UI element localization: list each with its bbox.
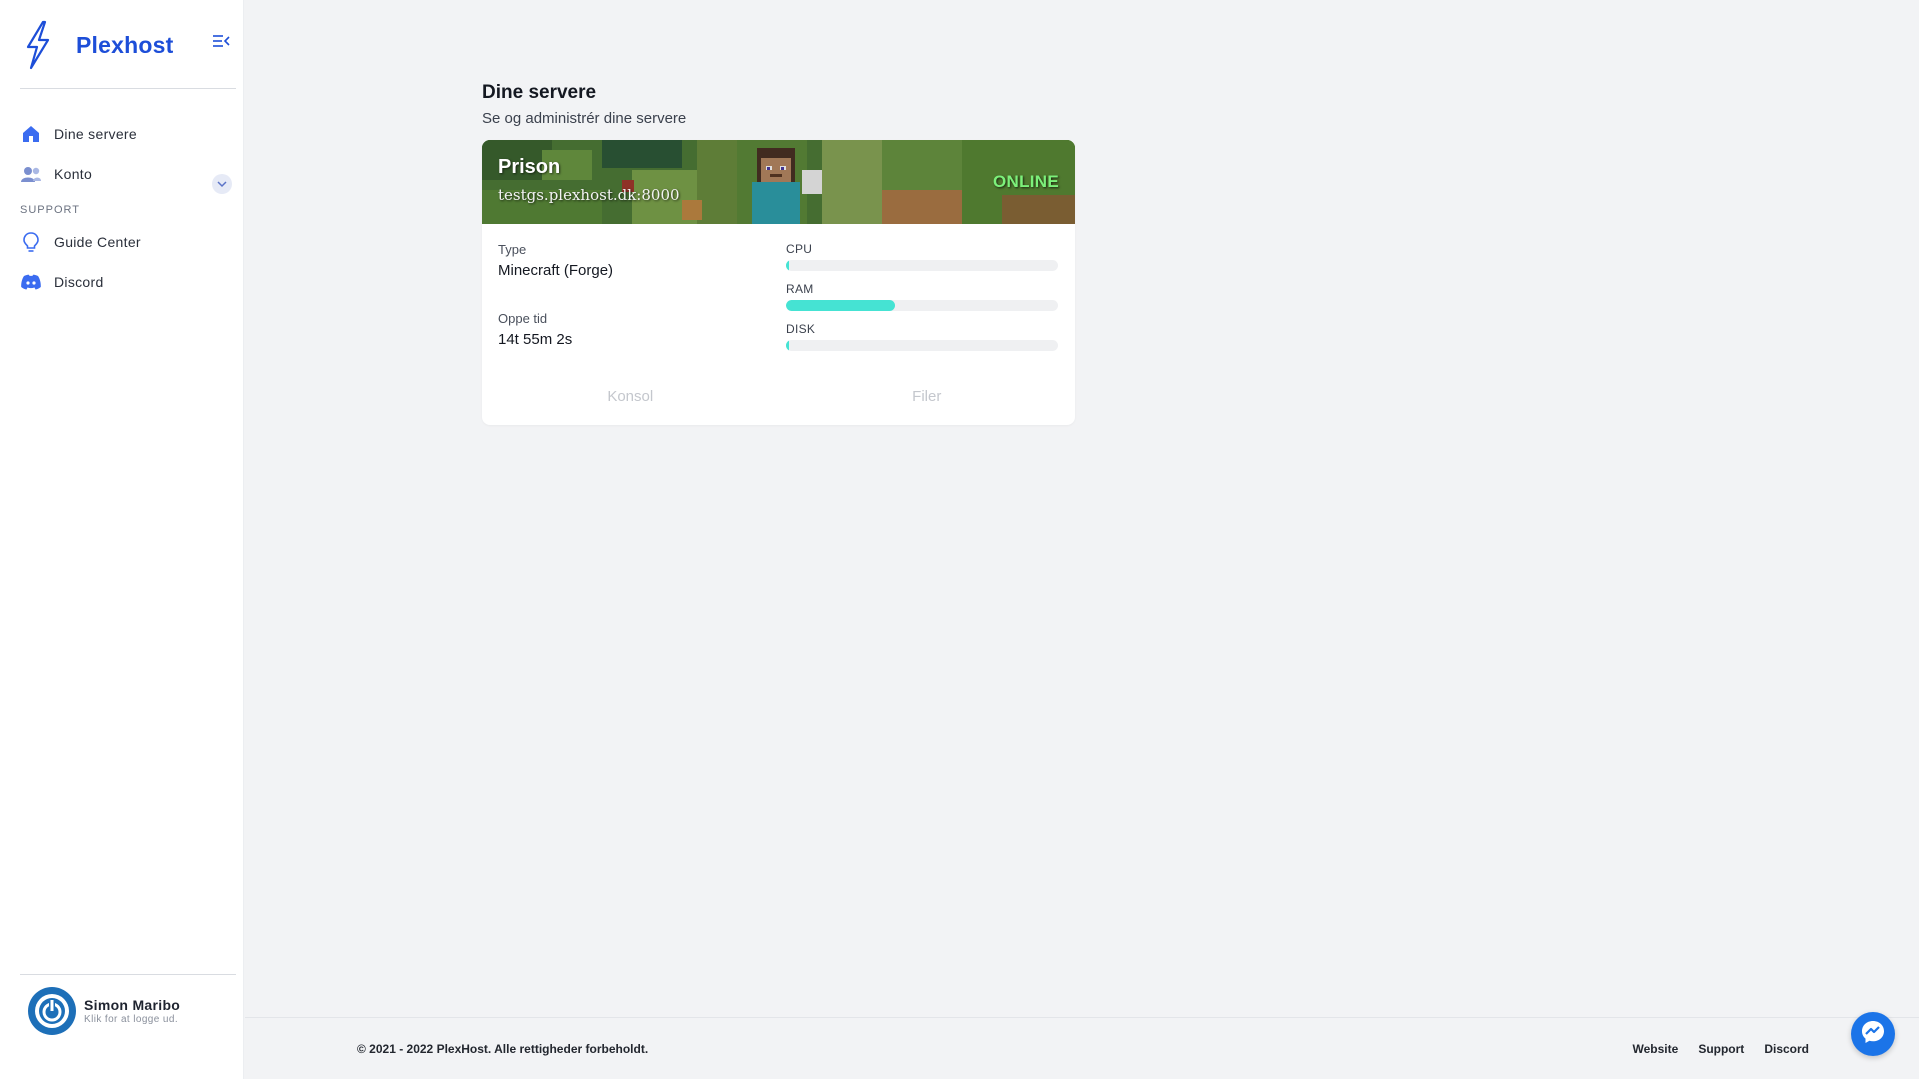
stat-label: DISK [786, 322, 816, 336]
messenger-chat-button[interactable] [1851, 1012, 1895, 1056]
footer-links: Website Support Discord [1633, 1042, 1809, 1056]
home-icon [20, 123, 42, 145]
sidebar-nav: Dine servere Konto SUPPORT Guide Center … [20, 114, 236, 302]
status-badge: ONLINE [992, 172, 1059, 191]
sidebar-item-label: Dine servere [54, 126, 137, 142]
sidebar-item-guide-center[interactable]: Guide Center [20, 222, 236, 262]
type-value: Minecraft (Forge) [498, 262, 614, 279]
brand[interactable]: Plexhost [20, 18, 236, 72]
bar-fill [786, 340, 790, 351]
logout-hint: Klik for at logge ud. [84, 1014, 179, 1025]
lightning-bolt-icon [20, 18, 56, 72]
stat-cpu: CPU [786, 242, 1058, 282]
server-info: Type Minecraft (Forge) Oppe tid 14t 55m … [498, 242, 768, 348]
page-title: Dine servere [482, 82, 597, 103]
users-icon [20, 163, 42, 185]
bar-fill [786, 300, 895, 311]
chevron-down-icon[interactable] [212, 174, 232, 194]
server-stats: CPU RAM DISK [786, 242, 1058, 362]
copyright: © 2021 - 2022 PlexHost. Alle rettigheder… [357, 1042, 649, 1056]
console-button[interactable]: Konsol [482, 382, 779, 412]
type-label: Type [498, 242, 527, 257]
minecraft-banner-image [482, 140, 1075, 224]
sidebar-item-label: Konto [54, 166, 93, 182]
stat-label: RAM [786, 282, 814, 296]
footer-link-support[interactable]: Support [1698, 1042, 1744, 1056]
avatar [28, 987, 76, 1035]
card-actions: Konsol Filer [482, 382, 1075, 412]
page-subtitle: Se og administrér dine servere [482, 110, 687, 127]
ram-usage-bar [786, 300, 1058, 311]
lightbulb-icon [20, 231, 42, 253]
server-card[interactable]: Prison testgs.plexhost.dk:8000 ONLINE Ty… [482, 140, 1075, 425]
divider [20, 88, 236, 89]
user-logout[interactable]: Simon Maribo Klik for at logge ud. [28, 986, 236, 1036]
footer: © 2021 - 2022 PlexHost. Alle rettigheder… [245, 1017, 1919, 1079]
server-banner: Prison testgs.plexhost.dk:8000 ONLINE [482, 140, 1075, 224]
cpu-usage-bar [786, 260, 1058, 271]
discord-icon [20, 271, 42, 293]
main-content: Dine servere Se og administrér dine serv… [245, 0, 1919, 1016]
collapse-sidebar-icon[interactable] [210, 30, 232, 52]
server-name: Prison [498, 156, 561, 178]
disk-usage-bar [786, 340, 1058, 351]
footer-link-discord[interactable]: Discord [1764, 1042, 1809, 1056]
uptime-label: Oppe tid [498, 311, 548, 326]
bar-fill [786, 260, 789, 271]
user-name: Simon Maribo [84, 997, 181, 1013]
footer-link-website[interactable]: Website [1633, 1042, 1679, 1056]
server-address: testgs.plexhost.dk:8000 [498, 186, 680, 204]
sidebar-item-label: Guide Center [54, 234, 141, 250]
messenger-icon [1860, 1019, 1886, 1050]
stat-label: CPU [786, 242, 813, 256]
sidebar-item-discord[interactable]: Discord [20, 262, 236, 302]
brand-name: Plexhost [76, 31, 174, 58]
sidebar: Plexhost Dine servere Konto SUPPORT Guid… [0, 0, 244, 1079]
divider [20, 974, 236, 975]
sidebar-item-label: Discord [54, 274, 104, 290]
stat-disk: DISK [786, 322, 1058, 362]
stat-ram: RAM [786, 282, 1058, 322]
sidebar-section-support: SUPPORT [20, 204, 80, 216]
files-button[interactable]: Filer [779, 382, 1076, 412]
uptime-value: 14t 55m 2s [498, 331, 573, 348]
sidebar-item-konto[interactable]: Konto [20, 154, 236, 194]
sidebar-item-dine-servere[interactable]: Dine servere [20, 114, 236, 154]
